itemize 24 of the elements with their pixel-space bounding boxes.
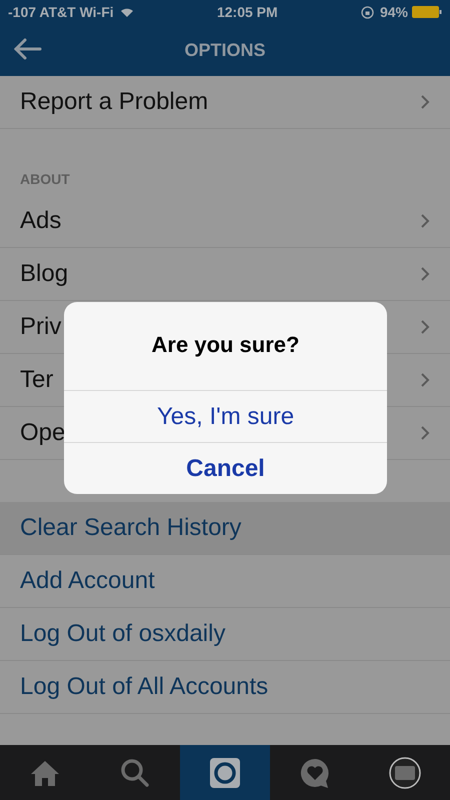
- wifi-icon: [120, 7, 134, 17]
- camera-icon[interactable]: [209, 756, 241, 788]
- chevron-icon: [420, 319, 430, 335]
- back-arrow-icon[interactable]: [14, 38, 42, 60]
- dialog-title: Are you sure?: [150, 331, 300, 359]
- cancel-button[interactable]: Cancel: [64, 442, 387, 494]
- battery-percent: 94%: [380, 4, 408, 20]
- chevron-icon: [420, 213, 430, 229]
- chevron-icon: [420, 266, 430, 282]
- rotation-lock-icon: [360, 6, 374, 18]
- chevron-icon: [420, 94, 430, 110]
- home-icon[interactable]: [30, 758, 60, 786]
- chevron-icon: [420, 425, 430, 441]
- chevron-icon: [420, 372, 430, 388]
- heart-bubble-icon[interactable]: [299, 756, 331, 788]
- screen-title: OPTIONS: [184, 40, 266, 60]
- clock-text: 12:05 PM: [216, 4, 278, 20]
- settings-row[interactable]: Clear Search History: [0, 502, 450, 555]
- section-header: ABOUT: [19, 171, 71, 189]
- carrier-text: -107 AT&T Wi-Fi: [8, 4, 114, 20]
- battery-icon: [412, 6, 442, 18]
- avatar-icon[interactable]: [389, 756, 421, 788]
- confirm-button[interactable]: Yes, I'm sure: [64, 390, 387, 442]
- search-icon[interactable]: [120, 758, 150, 788]
